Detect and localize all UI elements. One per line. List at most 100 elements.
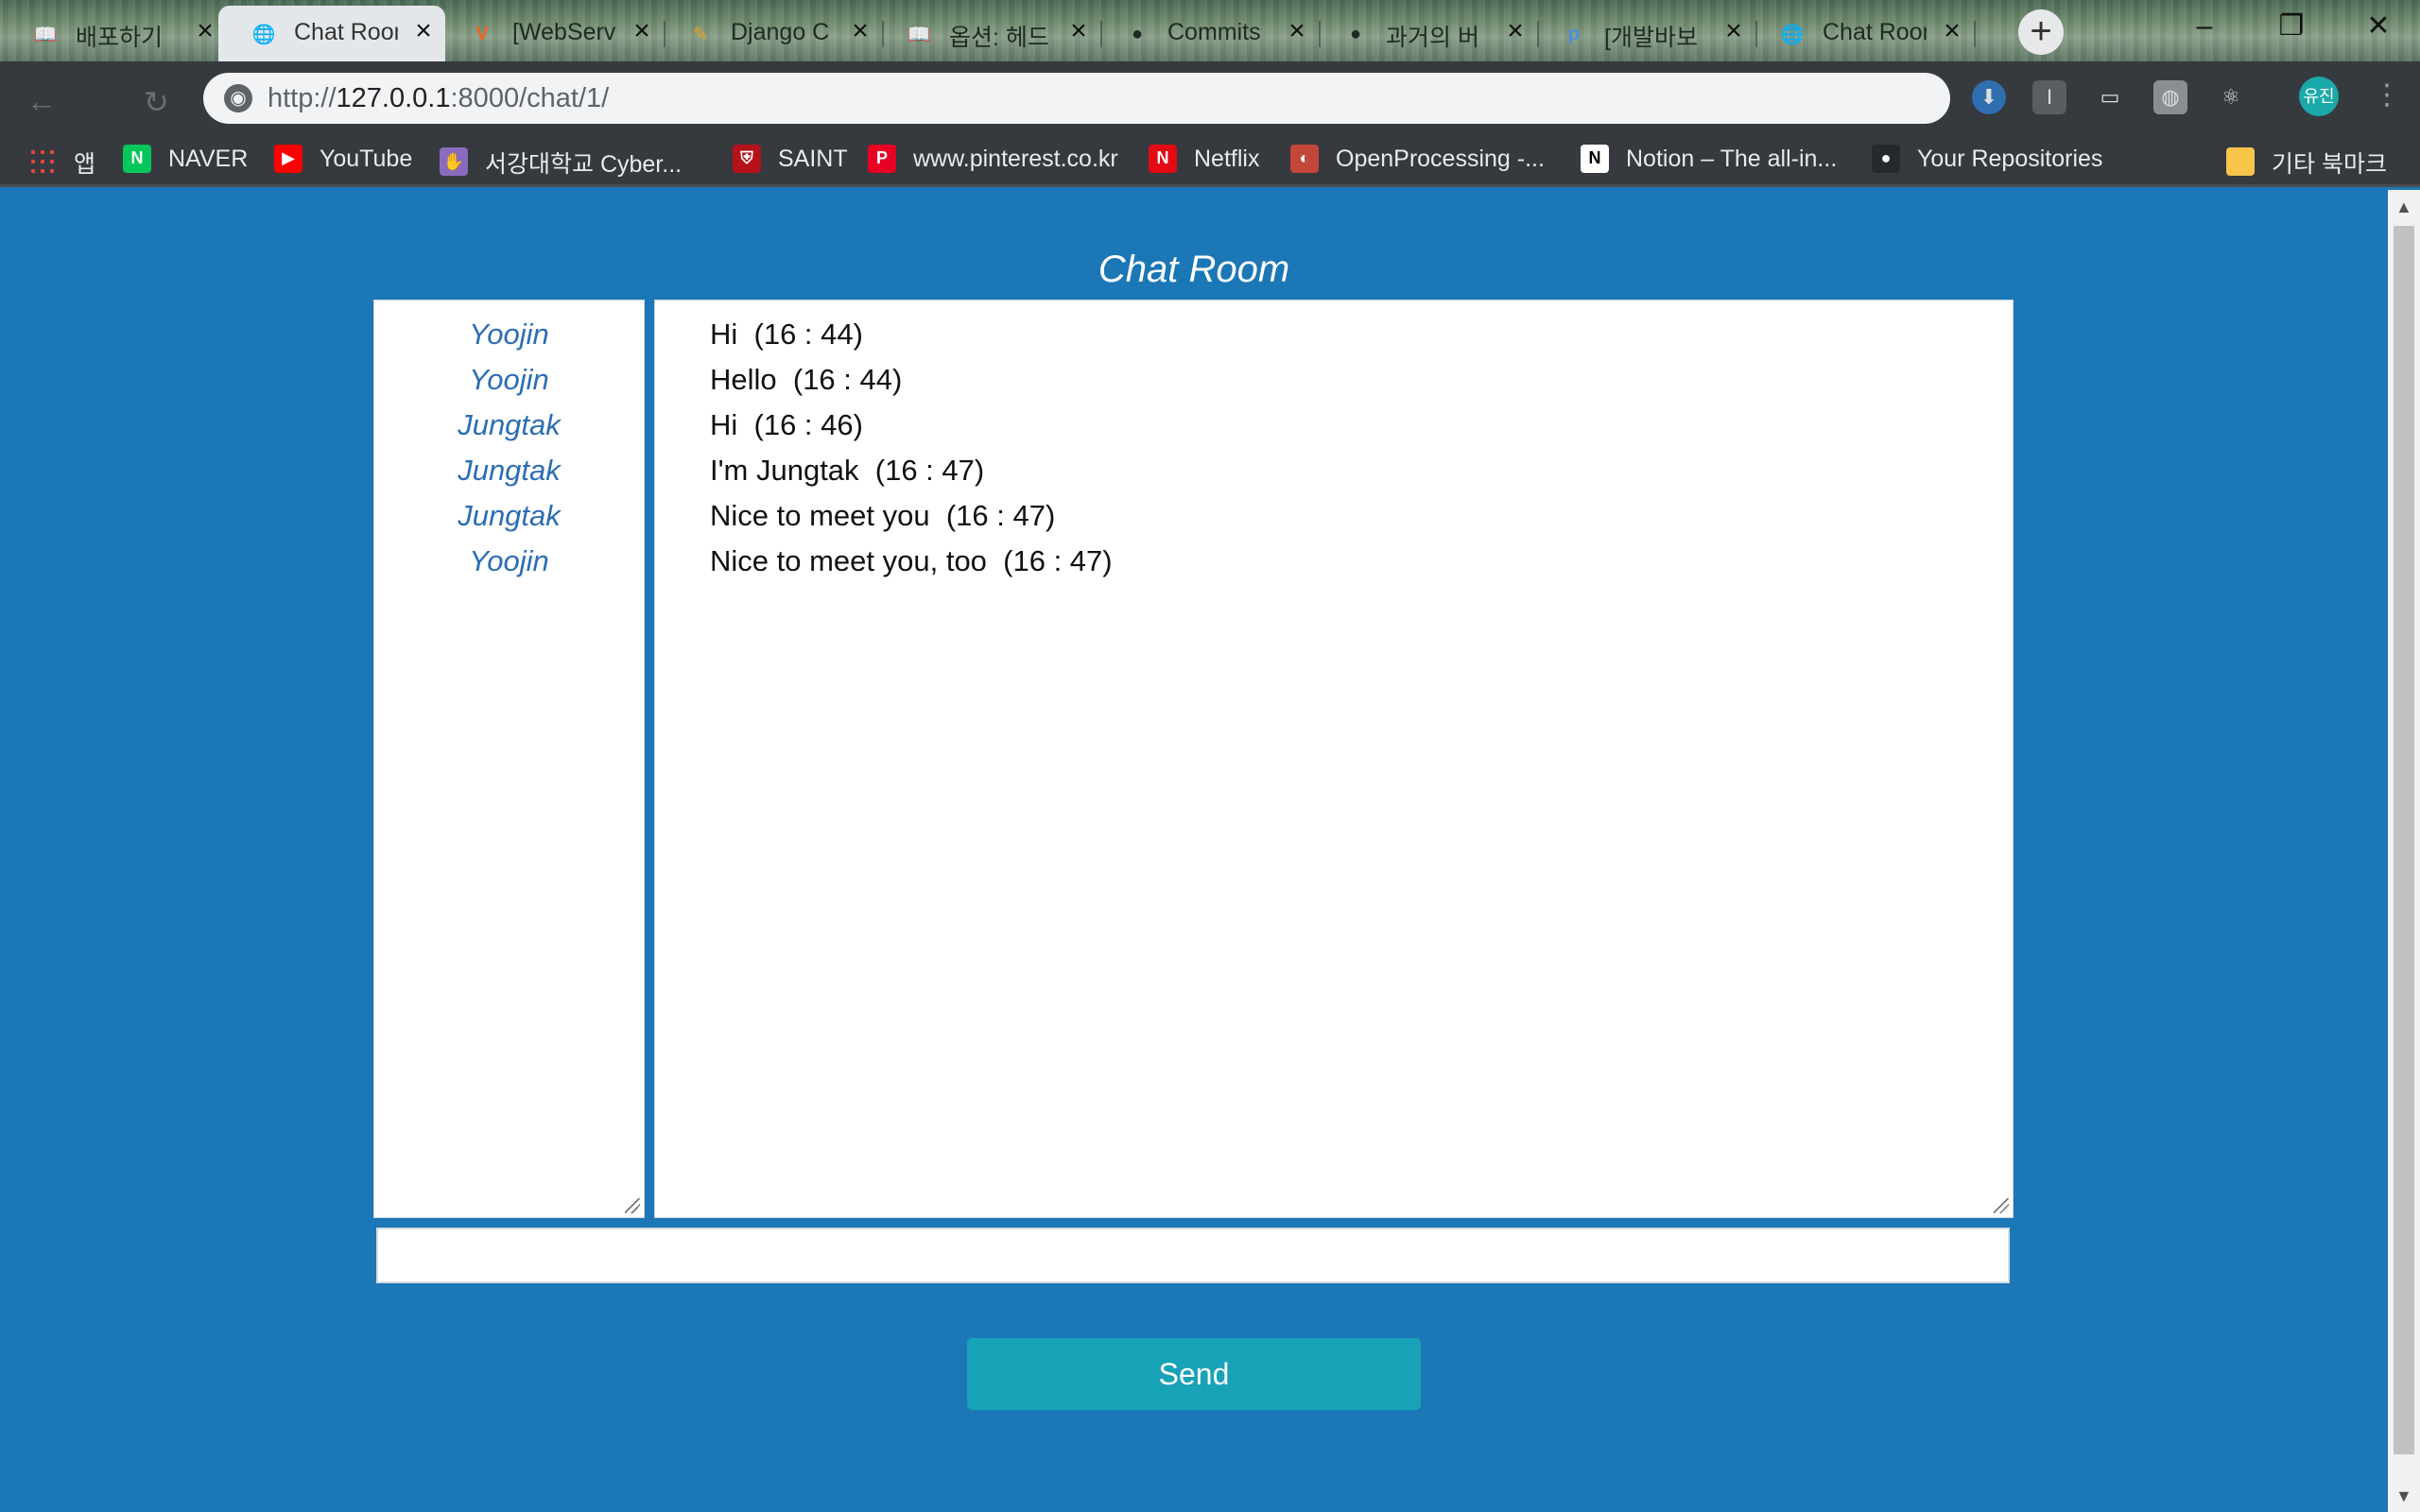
chat-message-log[interactable]: Hi (16 : 44) Hello (16 : 44) Hi (16 : 46) I… [654,300,2014,1218]
tab-title: Commits [1167,19,1261,45]
bookmark-label: Your Repositories [1917,146,2103,172]
extension-i-icon[interactable]: I [2032,80,2066,114]
bookmark-label: YouTube [320,146,413,172]
naver-icon: N [123,144,151,173]
browser-tab[interactable]: 📖 배포하기 × [0,6,229,61]
new-tab-button[interactable]: + [2018,9,2064,55]
close-tab-icon[interactable]: × [1501,17,1530,45]
tab-title: [개발바보 [1604,25,1698,51]
pinterest-icon: P [868,144,896,173]
chat-message: Hello (16 : 44) [710,363,903,396]
folder-icon [2226,147,2255,176]
site-info-icon[interactable]: ◉ [224,84,252,112]
download-extension-icon[interactable]: ⬇ [1972,80,2006,114]
v-logo-icon: V [475,23,489,44]
tab-separator [1974,21,1976,47]
bookmark-item[interactable]: ▶ YouTube [274,144,412,173]
chat-user-name: Jungtak [458,499,561,532]
browser-tab[interactable]: ✎ Django C × [655,6,884,61]
resize-handle-icon[interactable] [625,1198,640,1213]
resize-handle-icon[interactable] [1994,1198,2009,1213]
tab-title: Chat Room [1823,19,1927,45]
close-tab-icon[interactable]: × [191,17,219,45]
globe-icon: 🌐 [1780,24,1805,45]
browser-tab[interactable]: 🌐 Chat Room × [218,6,445,61]
chat-message: Nice to meet you (16 : 47) [710,499,1056,532]
chat-users-log[interactable]: Yoojin Yoojin Jungtak Jungtak Jungtak Yoojin [373,300,645,1218]
react-devtools-icon[interactable]: ⚛ [2214,80,2248,114]
browser-tab[interactable]: V [WebServ × [437,6,666,61]
profile-avatar[interactable]: 유진 [2299,77,2339,116]
reload-icon[interactable]: ↻ [144,84,169,120]
close-tab-icon[interactable]: × [846,17,874,45]
bookmark-item[interactable]: ● Your Repositories [1872,144,2102,173]
tab-title: 옵션: 헤드 [949,25,1049,51]
close-tab-icon[interactable]: × [628,17,656,45]
bookmark-label: OpenProcessing -... [1336,146,1545,172]
chat-message: I'm Jungtak (16 : 47) [710,454,985,487]
message-input[interactable] [376,1228,2010,1283]
apps-grid-icon [28,147,57,176]
extension-screen-icon[interactable]: ▭ [2093,80,2127,114]
browser-tab[interactable]: ● 과거의 버 × [1310,6,1539,61]
chat-user-name: Yoojin [469,363,549,396]
close-tab-icon[interactable]: × [409,17,438,45]
chat-message: Hi (16 : 46) [710,408,863,441]
bookmark-item[interactable]: Pwww.pinterest.co.kr [868,144,1118,173]
close-tab-icon[interactable]: × [1720,17,1748,45]
close-tab-icon[interactable]: × [1283,17,1311,45]
restore-button[interactable]: ❐ [2248,0,2335,55]
youtube-icon: ▶ [274,144,302,173]
browser-tab[interactable]: 🌐 Chat Room × [1747,6,1976,61]
bookmark-label: 서강대학교 Cyber... [485,151,683,178]
hand-logo-icon: ✋ [440,147,468,176]
bookmark-item[interactable]: ◐ OpenProcessing -... [1290,144,1545,173]
scroll-down-icon[interactable]: ▼ [2395,1486,2412,1506]
browser-tab[interactable]: p [개발바보 × [1529,6,1757,61]
page-scrollbar[interactable]: ▲ ▼ [2388,190,2420,1512]
extension-gray-icon[interactable]: ◍ [2153,80,2187,114]
bookmark-label: Notion – The all-in... [1626,146,1838,172]
chat-user-name: Jungtak [458,454,561,487]
bookmark-item[interactable]: 기타 북마크 [2226,144,2387,180]
globe-icon: 🌐 [251,24,276,45]
bookmark-label: 기타 북마크 [2272,151,2387,178]
browser-menu-icon[interactable]: ⋮ [2373,78,2401,112]
pencil-icon: ✎ [692,24,709,45]
bookmark-item[interactable]: 앱 [28,144,95,180]
black-circle-icon: ● [1349,23,1362,44]
close-tab-icon[interactable]: × [1938,17,1966,45]
bookmark-item[interactable]: N Notion – The all-in... [1581,144,1837,173]
bookmark-label: NAVER [168,146,249,172]
browser-toolbar: ← ↻ ◉ http://127.0.0.1:8000/chat/1/ ⬇ I … [0,61,2420,136]
browser-tab[interactable]: ● Commits × [1092,6,1321,61]
browser-tab[interactable]: 📖 옵션: 헤드 × [873,6,1102,61]
bookmark-label: 앱 [74,151,96,178]
address-bar[interactable]: ◉ http://127.0.0.1:8000/chat/1/ [203,73,1950,124]
github-icon: ● [1131,23,1144,44]
scroll-up-icon[interactable]: ▲ [2395,198,2412,217]
p-logo-icon: p [1567,23,1581,44]
page-title: Chat Room [1098,249,1290,290]
bookmark-label: www.pinterest.co.kr [913,146,1118,172]
minimize-button[interactable]: – [2161,0,2248,55]
tab-title: Django C [731,19,830,45]
bookmark-item[interactable]: ✋ 서강대학교 Cyber... [440,144,682,180]
bookmark-label: Netflix [1194,146,1260,172]
chat-message: Nice to meet you, too (16 : 47) [710,544,1113,577]
chat-user-name: Yoojin [469,318,549,351]
scrollbar-thumb[interactable] [2394,226,2414,1454]
openprocessing-icon: ◐ [1290,144,1319,173]
address-url[interactable]: http://127.0.0.1:8000/chat/1/ [268,83,609,114]
book-icon: 📖 [33,24,58,45]
send-button[interactable]: Send [967,1338,1421,1410]
bookmark-item[interactable]: ⛨ SAINT [733,144,848,173]
bookmark-item[interactable]: N NAVER [123,144,248,173]
bookmark-item[interactable]: N Netflix [1149,144,1259,173]
theme-totoro-icon [9,59,142,144]
chat-user-name: Yoojin [469,544,549,577]
tab-title: 배포하기 [76,25,164,51]
bookmark-label: SAINT [778,146,848,172]
close-tab-icon[interactable]: × [1064,17,1093,45]
close-window-button[interactable]: ✕ [2335,0,2420,55]
